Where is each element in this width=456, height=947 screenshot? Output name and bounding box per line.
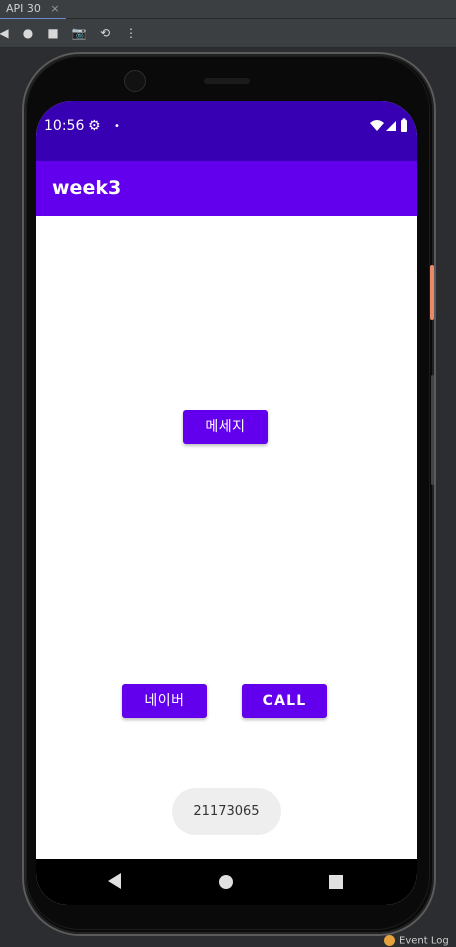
event-log-icon [384,935,395,946]
event-log-label: Event Log [399,935,449,947]
naver-button[interactable]: 네이버 [122,684,207,718]
message-button[interactable]: 메세지 [183,410,268,444]
nav-back-icon[interactable] [108,873,121,889]
status-time: 10:56 [44,118,85,134]
main-content: 메세지 네이버 CALL 21173065 [36,216,417,859]
nav-recents-icon[interactable] [329,875,343,889]
camera-icon[interactable]: 📷 [71,25,87,41]
notification-dot-icon: • [114,121,120,132]
tab-label: API 30 [6,2,41,15]
device-screen: 10:56 ⚙ • week3 메세지 네이버 CALL 21173065 [36,101,417,905]
app-title: week3 [52,177,122,199]
nav-home-icon[interactable] [219,875,233,889]
more-icon[interactable]: ⋮ [123,25,139,41]
gear-icon: ⚙ [88,118,101,134]
camera-lens-icon [124,70,146,92]
ide-tab-bar: API 30 × [0,0,456,20]
stop-icon[interactable]: ■ [45,25,61,41]
tab-api-30[interactable]: API 30 × [0,0,66,20]
status-icons [369,118,409,134]
back-icon[interactable]: ◀ [0,25,12,41]
navigation-bar [36,859,417,905]
emulator-toolbar: ◀ ● ■ 📷 ⟲ ⋮ [0,19,456,48]
wifi-signal-battery-icon [370,118,407,132]
close-icon[interactable]: × [50,2,59,15]
toast-message: 21173065 [172,788,281,835]
event-log-link[interactable]: Event Log [384,935,449,947]
speaker-grille [204,78,250,84]
status-bar: 10:56 ⚙ • [36,101,417,161]
volume-button[interactable] [431,375,434,485]
record-icon[interactable]: ● [20,25,36,41]
call-button[interactable]: CALL [242,684,327,718]
power-button[interactable] [430,265,434,320]
app-bar: week3 [36,161,417,216]
rotate-icon[interactable]: ⟲ [97,25,113,41]
